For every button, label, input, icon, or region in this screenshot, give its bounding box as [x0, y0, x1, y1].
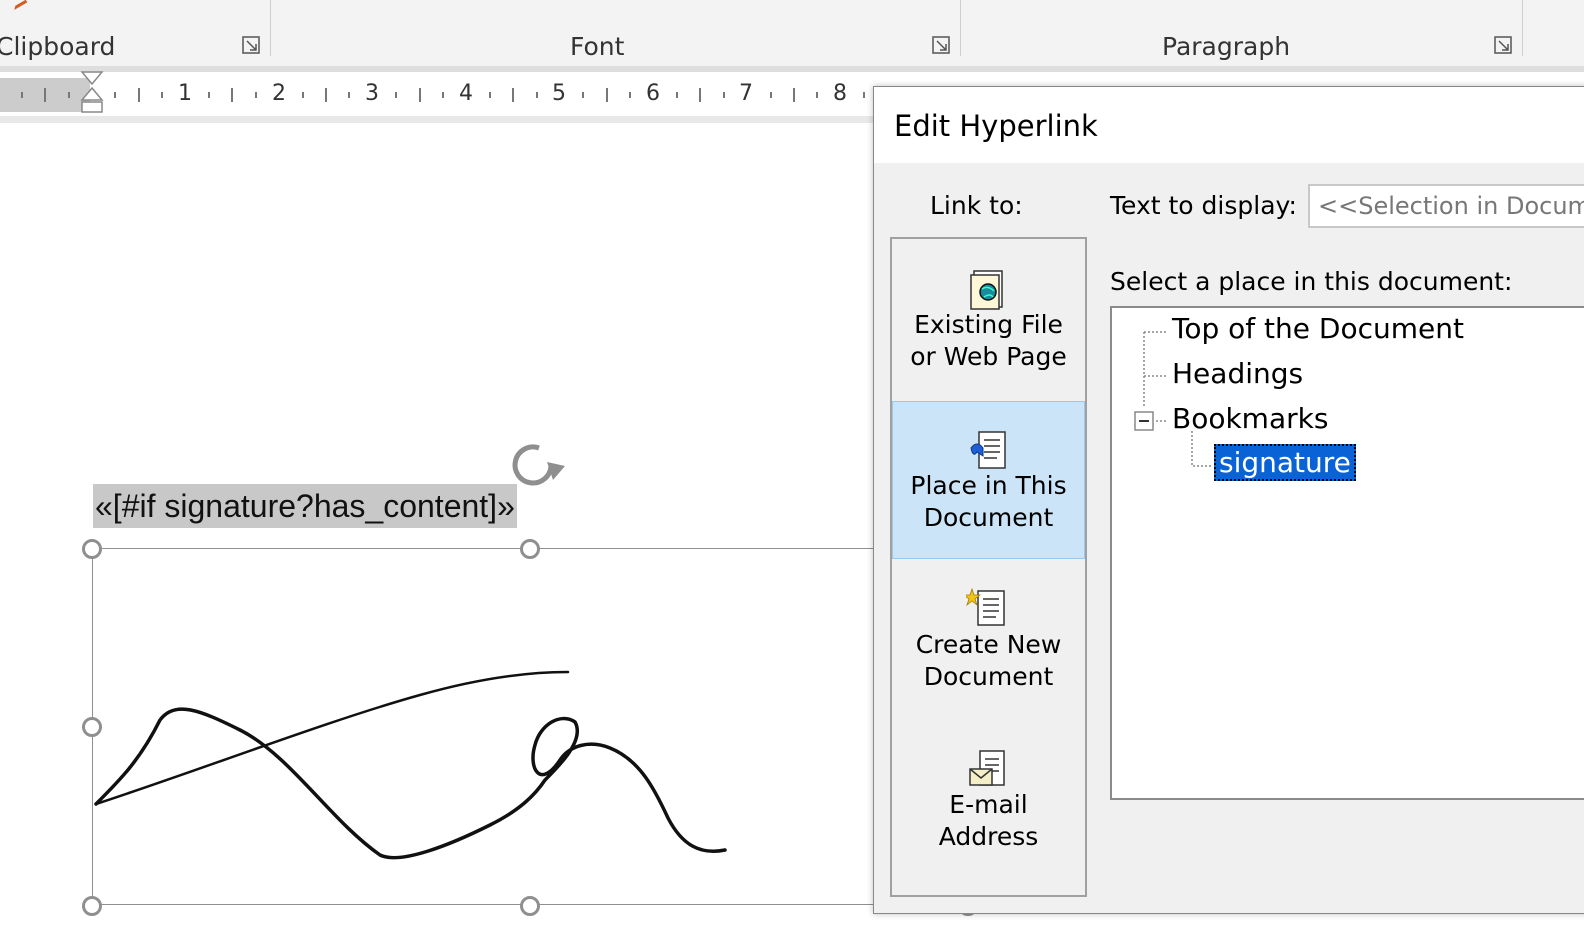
ruler-tick	[137, 88, 140, 102]
font-dialog-launcher-icon[interactable]	[932, 36, 950, 54]
clipboard-dialog-launcher-icon[interactable]	[242, 36, 260, 54]
ruler-number: 2	[272, 81, 286, 106]
tree-item-top-of-document[interactable]: Top of the Document	[1172, 312, 1464, 345]
ruler-tick	[325, 88, 327, 102]
ruler-tick	[208, 92, 210, 98]
link-to-nav-panel: Existing File or Web Page Place in This …	[890, 237, 1087, 897]
ribbon-separator	[1522, 0, 1523, 56]
ruler-tick	[535, 92, 538, 98]
edit-hyperlink-dialog[interactable]: Edit Hyperlink Link to: Existing File or…	[873, 86, 1584, 914]
paragraph-dialog-launcher-icon[interactable]	[1494, 36, 1512, 54]
ruler-tick	[863, 92, 866, 98]
indent-marker-icon[interactable]	[80, 70, 104, 120]
ribbon-group-clipboard-label: Clipboard	[0, 32, 116, 61]
nav-item-label: Create New Document	[915, 630, 1062, 691]
ruler-tick	[605, 88, 608, 102]
ruler-tick	[488, 92, 491, 98]
nav-item-label: Place in This Document	[910, 471, 1067, 532]
select-place-label: Select a place in this document:	[1110, 267, 1513, 296]
ruler-number: 4	[459, 81, 473, 106]
tree-item-bookmarks[interactable]: Bookmarks	[1172, 402, 1328, 435]
place-in-document-icon	[970, 431, 1006, 469]
ribbon-group-paragraph-label: Paragraph	[1162, 32, 1291, 61]
globe-file-icon	[970, 270, 1003, 310]
ruler-tick	[793, 88, 795, 102]
ruler-tick	[348, 92, 351, 98]
ruler-tick	[395, 92, 398, 98]
ruler-number: 6	[646, 81, 660, 106]
dialog-title-bar[interactable]: Edit Hyperlink	[874, 87, 1584, 163]
ruler-tick	[442, 92, 444, 98]
ruler-tick	[418, 88, 421, 102]
ruler-tick	[114, 92, 117, 98]
ribbon-separator	[270, 0, 271, 56]
email-icon	[969, 750, 1005, 786]
document-places-tree[interactable]: Top of the Document Headings Bookmarks s…	[1110, 306, 1584, 800]
ruler-tick	[231, 88, 234, 102]
nav-item-existing-file[interactable]: Existing File or Web Page	[892, 241, 1085, 399]
rotate-handle-icon[interactable]	[503, 436, 573, 496]
nav-item-label: E-mail Address	[938, 790, 1039, 851]
nav-item-email-address[interactable]: E-mail Address	[892, 721, 1085, 879]
ruler-tick	[582, 92, 585, 98]
ribbon-separator	[960, 0, 961, 56]
collapse-icon[interactable]	[1134, 411, 1154, 431]
nav-item-create-new-document[interactable]: Create New Document	[892, 561, 1085, 719]
ruler-tick	[44, 88, 47, 102]
ruler-number: 5	[552, 81, 566, 106]
ruler-tick	[20, 92, 23, 98]
ribbon-group-font-label: Font	[570, 32, 625, 61]
ruler-number: 1	[178, 81, 192, 106]
ruler-tick	[67, 92, 70, 98]
ruler-tick	[512, 88, 515, 102]
tree-item-bookmark-signature[interactable]: signature	[1214, 444, 1356, 481]
resize-handle-bottom-left[interactable]	[82, 896, 102, 916]
ruler-tick	[699, 88, 702, 102]
text-to-display-input[interactable]: <<Selection in Document>>	[1308, 184, 1584, 228]
ruler-tick	[676, 92, 678, 98]
text-to-display-label: Text to display:	[1110, 191, 1297, 220]
tree-item-headings[interactable]: Headings	[1172, 357, 1303, 390]
ruler-tick	[254, 92, 257, 98]
ruler-tick	[816, 92, 819, 98]
new-document-icon	[966, 587, 1005, 626]
nav-item-label: Existing File or Web Page	[910, 310, 1067, 371]
ruler-tick	[722, 92, 725, 98]
dialog-title: Edit Hyperlink	[894, 109, 1098, 143]
resize-handle-top-left[interactable]	[82, 539, 102, 559]
merge-field-text[interactable]: «[#if signature?has_content]»	[93, 484, 517, 528]
ruler-tick	[769, 92, 772, 98]
link-to-label: Link to:	[930, 191, 1023, 220]
resize-handle-bottom-middle[interactable]	[520, 896, 540, 916]
ruler-tick	[629, 92, 632, 98]
ruler-tick	[301, 92, 304, 98]
orange-accent-mark	[7, 0, 28, 10]
ribbon: Clipboard Font Paragraph	[0, 0, 1584, 66]
resize-handle-middle-left[interactable]	[82, 717, 102, 737]
ruler-number: 7	[739, 81, 753, 106]
nav-item-place-in-document[interactable]: Place in This Document	[892, 401, 1085, 559]
ruler-tick	[161, 92, 164, 98]
ruler-number: 3	[365, 81, 379, 106]
ruler-number: 8	[833, 81, 847, 106]
resize-handle-top-middle[interactable]	[520, 539, 540, 559]
